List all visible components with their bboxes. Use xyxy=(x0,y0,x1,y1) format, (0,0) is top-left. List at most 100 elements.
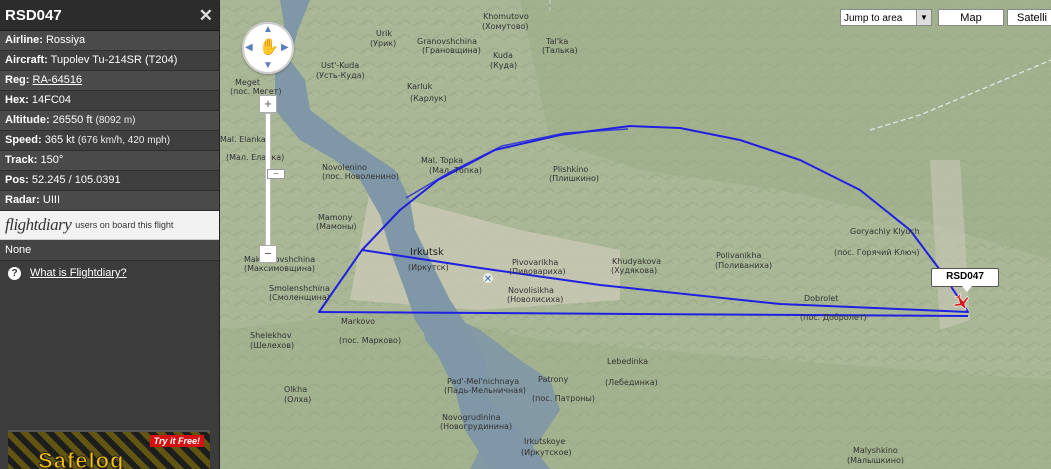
svg-text:Pivovarikha: Pivovarikha xyxy=(512,258,558,267)
panel-header: RSD047 ✕ xyxy=(0,0,219,31)
speed-label: Speed: xyxy=(5,134,42,146)
place-mamony: Mamony(Мамоны) xyxy=(316,213,357,231)
jump-to-area-value: Jump to area xyxy=(844,13,903,24)
svg-text:(Карлук): (Карлук) xyxy=(410,94,447,103)
svg-text:Ust'-Kuda: Ust'-Kuda xyxy=(321,61,359,70)
svg-text:Khomutovo: Khomutovo xyxy=(483,12,529,21)
zoom-control[interactable]: + – − xyxy=(258,95,285,263)
svg-text:(Олха): (Олха) xyxy=(284,395,311,404)
svg-text:Markovo: Markovo xyxy=(341,317,375,326)
speed-row: Speed: 365 kt (676 km/h, 420 mph) xyxy=(0,131,219,151)
svg-text:Mal. Topka: Mal. Topka xyxy=(421,156,463,165)
svg-text:(Шелехов): (Шелехов) xyxy=(250,341,294,350)
flight-details: Airline: Rossiya Aircraft: Tupolev Tu-21… xyxy=(0,31,219,211)
altitude-row: Altitude: 26550 ft (8092 m) xyxy=(0,111,219,131)
jump-to-area-select[interactable]: Jump to area ▼ xyxy=(840,9,932,26)
aircraft-row: Aircraft: Tupolev Tu-214SR (T204) xyxy=(0,51,219,71)
place-khomutovo: Khomutovo(Хомутово) xyxy=(482,12,529,31)
altitude-metric: (8092 m) xyxy=(95,115,136,126)
svg-text:(Максимовщина): (Максимовщина) xyxy=(244,264,315,273)
svg-text:(пос. Добролет): (пос. Добролет) xyxy=(800,313,867,322)
svg-text:Irkutskoye: Irkutskoye xyxy=(524,437,565,446)
svg-text:(пос. Новоленино): (пос. Новоленино) xyxy=(322,172,399,181)
svg-text:Urik: Urik xyxy=(376,29,392,38)
svg-text:Malyshkino: Malyshkino xyxy=(853,446,898,455)
flightdiary-logo: flightdiary xyxy=(5,215,72,234)
svg-text:Olkha: Olkha xyxy=(284,385,307,394)
svg-text:Karluk: Karluk xyxy=(407,82,433,91)
pos-value: 52.245 / 105.0391 xyxy=(31,174,121,186)
airport-icon[interactable]: ✕ xyxy=(483,273,493,285)
hex-row: Hex: 14FC04 xyxy=(0,91,219,111)
svg-text:(Падь-Мельничная): (Падь-Мельничная) xyxy=(444,386,526,395)
svg-text:(Пивовариха): (Пивовариха) xyxy=(509,267,566,276)
zoom-slider[interactable]: – xyxy=(265,113,285,249)
reg-label: Reg: xyxy=(5,74,30,86)
reg-link[interactable]: RA-64516 xyxy=(33,74,83,86)
airline-value: Rossiya xyxy=(45,34,86,46)
chevron-down-icon[interactable]: ▼ xyxy=(916,10,931,25)
svg-text:Novolisikha: Novolisikha xyxy=(508,286,554,295)
svg-text:✕: ✕ xyxy=(484,274,492,285)
svg-text:(Урик): (Урик) xyxy=(370,39,396,48)
svg-text:(Грановщина): (Грановщина) xyxy=(422,46,481,55)
pan-up-icon[interactable]: ▲ xyxy=(263,24,273,35)
svg-text:Plishkino: Plishkino xyxy=(553,165,588,174)
svg-text:Polivanikha: Polivanikha xyxy=(716,251,762,260)
svg-text:Novogrudinina: Novogrudinina xyxy=(442,413,501,422)
svg-text:(пос. Марково): (пос. Марково) xyxy=(339,336,401,345)
track-value: 150° xyxy=(40,154,64,166)
speed-conversions: (676 km/h, 420 mph) xyxy=(77,135,171,146)
flight-label-tag[interactable]: RSD047 xyxy=(931,268,999,292)
radar-label: Radar: xyxy=(5,194,40,206)
svg-text:Patrony: Patrony xyxy=(538,375,569,384)
zoom-slider-handle[interactable]: – xyxy=(267,169,285,179)
map-type-button[interactable]: Map xyxy=(938,9,1004,26)
svg-text:(Новолисиха): (Новолисиха) xyxy=(507,295,563,304)
svg-text:(Иркутское): (Иркутское) xyxy=(521,448,572,457)
svg-text:Dobrolet: Dobrolet xyxy=(804,294,838,303)
place-pad-melnichnaya: Pad'-Mel'nichnaya(Падь-Мельничная) xyxy=(444,377,526,395)
zoom-out-button[interactable]: − xyxy=(259,245,277,263)
svg-text:(Новогрудинина): (Новогрудинина) xyxy=(440,422,512,431)
svg-text:Granovshchina: Granovshchina xyxy=(417,37,477,46)
place-smolenshchina: Smolenshchina(Смоленщина) xyxy=(269,284,330,302)
ad-try-label: Try it Free! xyxy=(149,435,204,447)
safelog-ad[interactable]: Try it Free! Safelog xyxy=(8,430,210,469)
pos-row: Pos: 52.245 / 105.0391 xyxy=(0,171,219,191)
flightdiary-bar[interactable]: flightdiary users on board this flight xyxy=(0,211,219,240)
hex-value: 14FC04 xyxy=(31,94,72,106)
svg-text:Novolenino: Novolenino xyxy=(322,163,367,172)
flight-callsign: RSD047 xyxy=(5,6,62,24)
pan-hand-icon[interactable]: ✋ xyxy=(259,37,279,57)
pan-control[interactable]: ✋ ▲ ▼ ◀ ▶ xyxy=(242,22,294,74)
pan-down-icon[interactable]: ▼ xyxy=(263,60,273,71)
pan-right-icon[interactable]: ▶ xyxy=(281,42,289,53)
place-shelekhov: Shelekhov(Шелехов) xyxy=(250,331,294,350)
svg-text:Khudyakova: Khudyakova xyxy=(612,257,661,266)
place-khudyakova: Khudyakova(Худякова) xyxy=(611,257,661,275)
track-label: Track: xyxy=(5,154,38,166)
svg-text:(Лебединка): (Лебединка) xyxy=(605,378,658,387)
map-canvas: ✕ Khomutovo(Хомутово) Urik(Урик) Granovs… xyxy=(220,0,1051,469)
aircraft-value: Tupolev Tu-214SR (T204) xyxy=(50,54,178,66)
close-icon[interactable]: ✕ xyxy=(199,7,213,24)
track-row: Track: 150° xyxy=(0,151,219,171)
zoom-in-button[interactable]: + xyxy=(259,95,277,113)
svg-text:(пос. Горячий Ключ): (пос. Горячий Ключ) xyxy=(834,248,919,257)
what-is-flightdiary-link[interactable]: What is Flightdiary? xyxy=(30,267,127,279)
svg-text:(Усть-Куда): (Усть-Куда) xyxy=(316,71,365,80)
svg-text:(Куда): (Куда) xyxy=(490,61,517,70)
svg-text:Meget: Meget xyxy=(235,78,260,87)
svg-text:(Талька): (Талька) xyxy=(542,46,578,55)
pan-left-icon[interactable]: ◀ xyxy=(245,42,253,53)
svg-text:Goryachiy Klyuch: Goryachiy Klyuch xyxy=(850,227,920,236)
satellite-type-button[interactable]: Satelli xyxy=(1007,9,1051,26)
map-view[interactable]: ✕ Khomutovo (Хомутово) Urik (Урик) Granovs… xyxy=(220,0,1051,469)
svg-text:(Худякова): (Худякова) xyxy=(611,266,657,275)
reg-row: Reg: RA-64516 xyxy=(0,71,219,91)
speed-value: 365 kt xyxy=(44,134,75,146)
svg-text:(Мамоны): (Мамоны) xyxy=(316,222,357,231)
flight-info-panel: RSD047 ✕ Airline: Rossiya Aircraft: Tupo… xyxy=(0,0,220,469)
airline-label: Airline: xyxy=(5,34,43,46)
